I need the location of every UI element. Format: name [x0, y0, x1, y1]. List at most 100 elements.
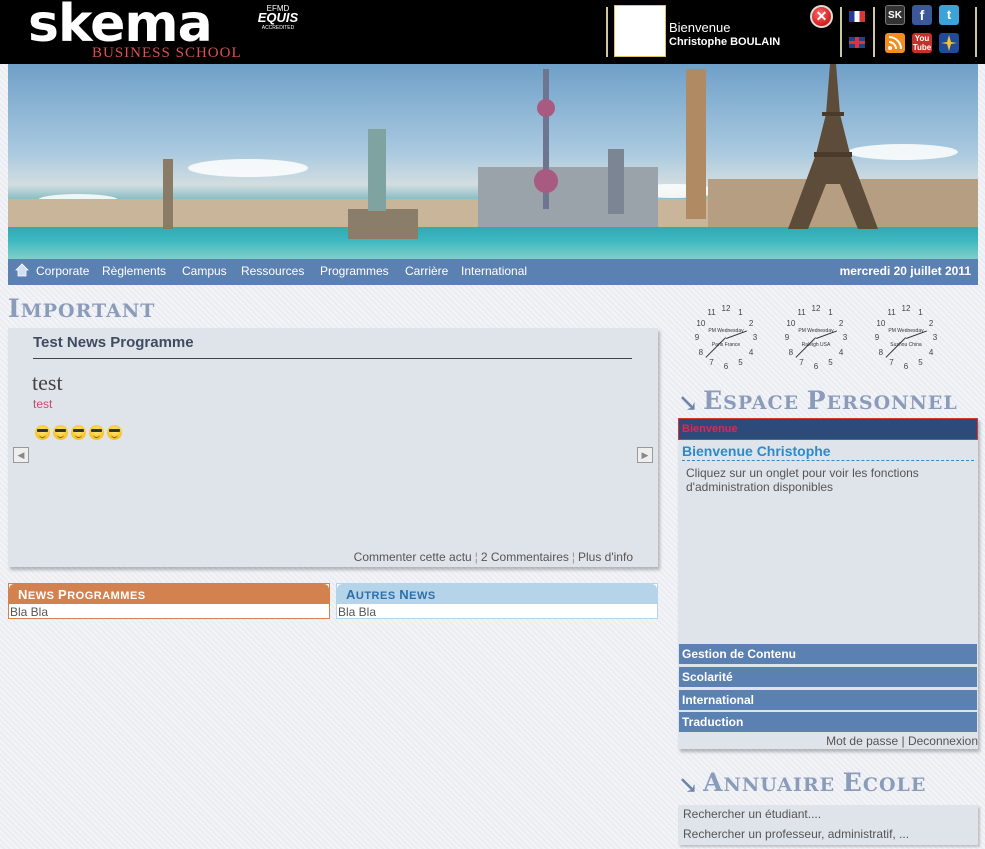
autres-news-body: Bla Bla: [338, 605, 377, 619]
search-staff-link[interactable]: Rechercher un professeur, administratif,…: [678, 825, 978, 845]
account-links: Mot de passe | Deconnexion: [826, 734, 978, 748]
logout-close-icon[interactable]: ✕: [810, 5, 833, 28]
clock-zone-label: Suzhou China: [890, 342, 922, 348]
nav-item-campus[interactable]: Campus: [182, 264, 227, 278]
current-date: mercredi 20 juillet 2011: [839, 264, 971, 278]
logout-link[interactable]: Deconnexion: [908, 734, 978, 748]
header: skema BUSINESS SCHOOL EFMD EQUIS ACCREDI…: [0, 0, 985, 64]
separator: |: [898, 734, 908, 748]
equis-logo: EFMD EQUIS ACCREDITED: [256, 4, 300, 40]
clock-number: 7: [709, 358, 714, 368]
tab-bienvenue[interactable]: Bienvenue: [678, 418, 978, 440]
autres-news-box: AUTRES NEWS Bla Bla: [336, 583, 658, 619]
title-rest: NNUAIRE: [723, 774, 843, 796]
main-nav: Corporate Règlements Campus Ressources P…: [8, 259, 978, 285]
news-title[interactable]: Test News Programme: [33, 334, 194, 351]
autres-news-header[interactable]: AUTRES NEWS: [337, 584, 657, 604]
header-divider: [606, 7, 608, 57]
tab-traduction[interactable]: Traduction: [679, 712, 977, 732]
liberty-pedestal: [348, 209, 418, 239]
clock-number: 2: [748, 318, 754, 328]
prev-arrow-icon[interactable]: ◀: [13, 447, 29, 463]
header-divider: [873, 7, 875, 57]
title-cap: E: [842, 768, 863, 797]
clock-number: 5: [828, 358, 833, 368]
next-arrow-icon[interactable]: ▶: [637, 447, 653, 463]
facebook-icon[interactable]: f: [912, 5, 932, 25]
news-programmes-header[interactable]: NEWS PROGRAMMES: [9, 584, 329, 604]
clock-number: 6: [813, 362, 819, 371]
title-rest: EWS: [409, 590, 436, 602]
nav-item-ressources[interactable]: Ressources: [241, 264, 304, 278]
english-flag-icon[interactable]: [849, 37, 865, 48]
clock-number: 1: [918, 307, 923, 317]
nav-item-reglements[interactable]: Règlements: [102, 264, 166, 278]
clock-number: 11: [707, 307, 716, 317]
clock-number: 4: [748, 347, 754, 357]
world-clock: 12 1 2 3 4 5 6 7 8 9 10 11 PM Wednesday Suzhou China: [872, 302, 940, 371]
tab-gestion-contenu[interactable]: Gestion de Contenu: [679, 644, 977, 664]
youtube-icon[interactable]: You Tube: [912, 33, 932, 53]
separator: ¦: [571, 550, 575, 564]
rss-icon[interactable]: [885, 33, 905, 53]
clock-number: 12: [811, 304, 821, 313]
french-flag-icon[interactable]: [849, 11, 865, 22]
title-cap: I: [8, 294, 21, 323]
skema-social-icon[interactable]: SK: [885, 5, 905, 25]
twitter-icon[interactable]: t: [939, 5, 959, 25]
title-rest: UTRES: [355, 590, 400, 602]
tower: [163, 159, 173, 229]
home-icon[interactable]: [15, 263, 29, 277]
clock-number: 5: [918, 358, 923, 368]
divider: [33, 358, 632, 359]
comment-link[interactable]: Commenter cette actu: [354, 550, 472, 564]
news-subheading: test: [33, 397, 53, 411]
password-link[interactable]: Mot de passe: [826, 734, 898, 748]
avatar[interactable]: [614, 5, 666, 57]
clock-number: 11: [887, 307, 896, 317]
clock-number: 11: [797, 307, 806, 317]
cool-smiley-icon: [35, 425, 50, 440]
clock-number: 2: [928, 318, 934, 328]
world-clock: 12 1 2 3 4 5 6 7 8 9 10 11 PM Wednesday Raleigh USA: [782, 302, 850, 371]
more-info-link[interactable]: Plus d'info: [578, 550, 633, 564]
equis-main: EQUIS: [257, 10, 299, 25]
comments-count-link[interactable]: 2 Commentaires: [481, 550, 569, 564]
news-actions: Commenter cette actu ¦ 2 Commentaires ¦ Plus…: [354, 550, 633, 564]
title-rest: MPORTANT: [20, 300, 156, 322]
news-heading: test: [32, 370, 63, 395]
nav-item-carriere[interactable]: Carrière: [405, 264, 448, 278]
clock-number: 12: [721, 304, 731, 313]
clock-number: 6: [903, 362, 909, 371]
news-programmes-box: NEWS PROGRAMMES Bla Bla: [8, 583, 330, 619]
clock-number: 4: [928, 347, 934, 357]
search-student-link[interactable]: Rechercher un étudiant....: [678, 805, 978, 825]
separator: ¦: [474, 550, 478, 564]
clock-number: 4: [838, 347, 844, 357]
clock-number: 12: [901, 304, 911, 313]
cool-smiley-icon: [89, 425, 104, 440]
title-cap: N: [18, 587, 28, 602]
tab-international[interactable]: International: [679, 690, 977, 710]
news-programmes-body: Bla Bla: [10, 605, 49, 619]
nav-item-international[interactable]: International: [461, 264, 527, 278]
clock-number: 2: [838, 318, 844, 328]
welcome-text: Bienvenue: [669, 20, 731, 35]
skyscraper: [608, 149, 624, 214]
network-icon[interactable]: [939, 33, 959, 53]
title-rest: SPACE: [723, 392, 807, 414]
nav-item-corporate[interactable]: Corporate: [36, 264, 89, 278]
pearl-tower-sphere: [534, 169, 558, 193]
greeting: Bienvenue Christophe: [682, 443, 831, 459]
skema-logo[interactable]: skema BUSINESS SCHOOL EFMD EQUIS ACCREDI…: [28, 0, 308, 64]
tab-scolarite[interactable]: Scolarité: [679, 667, 977, 687]
clock-number: 8: [788, 347, 794, 357]
arrow-down-right-icon: ↘: [678, 388, 700, 417]
logo-subtitle: BUSINESS SCHOOL: [92, 45, 242, 61]
clock-number: 7: [799, 358, 804, 368]
nav-item-programmes[interactable]: Programmes: [320, 264, 389, 278]
header-divider: [975, 7, 977, 57]
title-cap: A: [703, 768, 724, 797]
clock-number: 8: [698, 347, 704, 357]
belfry-tower: [686, 69, 706, 219]
